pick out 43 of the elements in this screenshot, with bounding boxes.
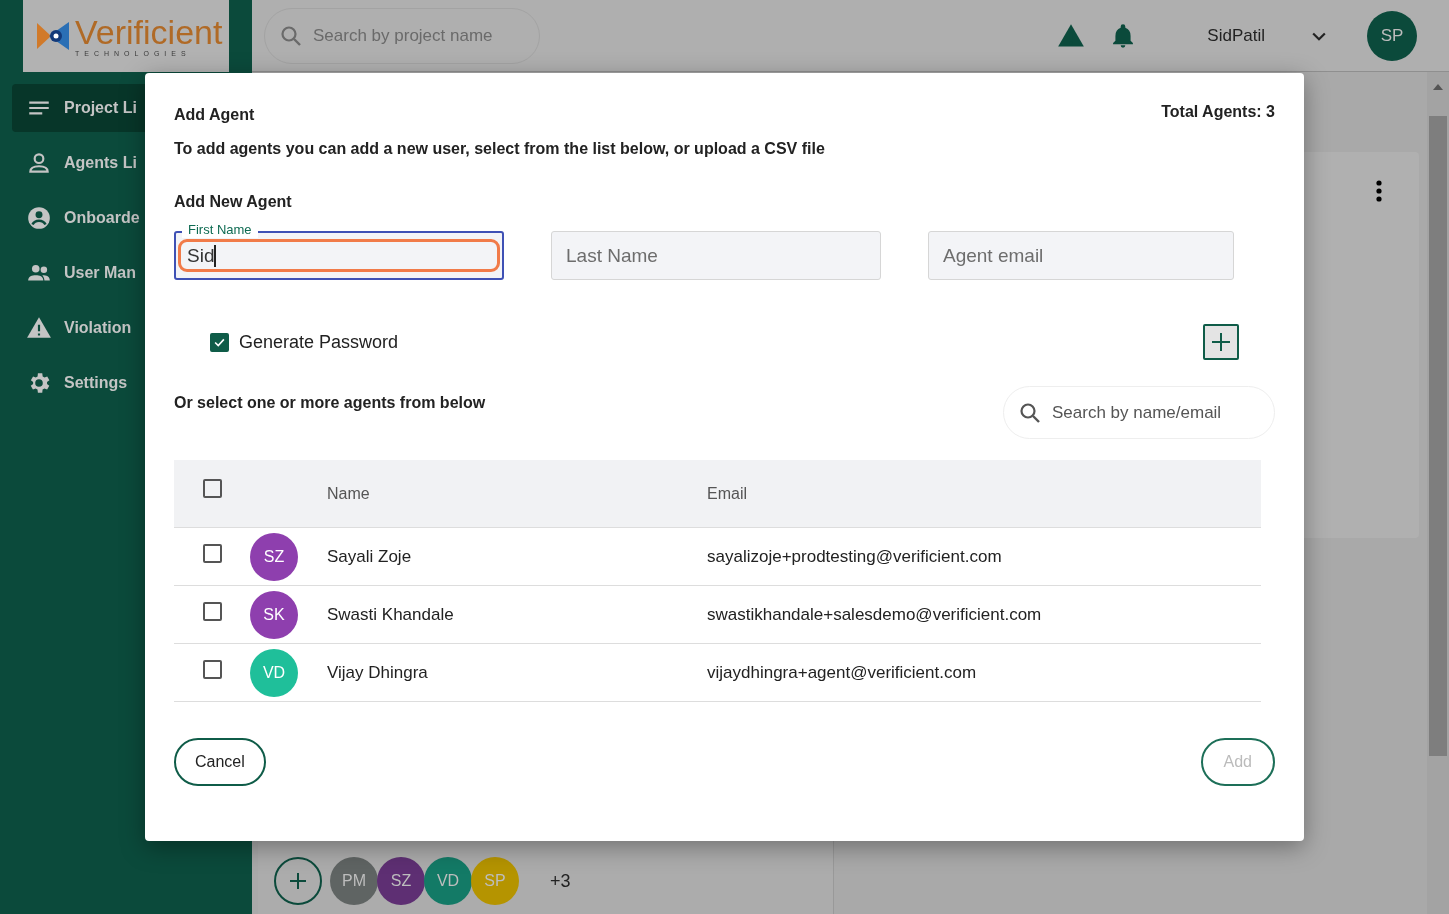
more-count: +3 [550, 870, 571, 892]
username[interactable]: SidPatil [1207, 25, 1265, 46]
table-cell-text: Sayali Zoje [327, 546, 413, 567]
add-member-button[interactable] [274, 857, 322, 905]
member-avatar: PM [330, 857, 378, 905]
cancel-button[interactable]: Cancel [174, 738, 266, 786]
plus-icon [1209, 330, 1233, 354]
column-header: Name [327, 484, 371, 503]
agent-avatar: SZ [250, 532, 298, 581]
agent-avatar: VD [250, 648, 298, 697]
scroll-up-icon[interactable] [1433, 84, 1443, 90]
table-cell-text: Vijay Dhingra [327, 662, 429, 683]
scrollbar[interactable] [1427, 72, 1449, 914]
row-checkbox[interactable] [203, 602, 222, 621]
member-avatar: SZ [377, 857, 425, 905]
table-cell: sayalizoje+prodtesting@verificient.com [707, 546, 1002, 567]
more-options-icon[interactable] [1375, 180, 1383, 202]
member-avatar: SP [471, 857, 519, 905]
search-icon [1018, 400, 1042, 425]
dialog-description: To add agents you can add a new user, select from the list below, or upload a CSV file [174, 140, 826, 158]
section-title: Add New Agent [174, 193, 293, 211]
checkbox[interactable] [210, 332, 229, 352]
input-field[interactable]: Agent email [928, 231, 1234, 280]
total-agents: Total Agents: 3 [1161, 102, 1275, 121]
input-field[interactable]: Last Name [551, 231, 881, 280]
warning-icon [26, 315, 52, 341]
column-header: Email [707, 484, 747, 503]
sidebar-item[interactable]: Violation [12, 304, 240, 352]
add-button[interactable] [1203, 324, 1239, 360]
search-icon [279, 23, 303, 48]
checkbox-label: Generate Password [239, 331, 400, 353]
agent-avatar: SK [250, 590, 298, 639]
user-avatar[interactable]: SP [1367, 10, 1417, 61]
table-cell: swastikhandale+salesdemo@verificient.com [707, 604, 1042, 625]
table-cell-text: Swasti Khandale [327, 604, 455, 625]
person-icon [26, 150, 52, 176]
select-all-checkbox[interactable] [203, 479, 222, 498]
row-checkbox[interactable] [203, 660, 222, 679]
member-avatar: VD [424, 857, 472, 905]
row-checkbox[interactable] [203, 544, 222, 563]
select-label: Or select one or more agents from below [174, 393, 487, 412]
table-cell: vijaydhingra+agent@verificient.com [707, 662, 977, 683]
account-circle-icon [26, 205, 52, 231]
